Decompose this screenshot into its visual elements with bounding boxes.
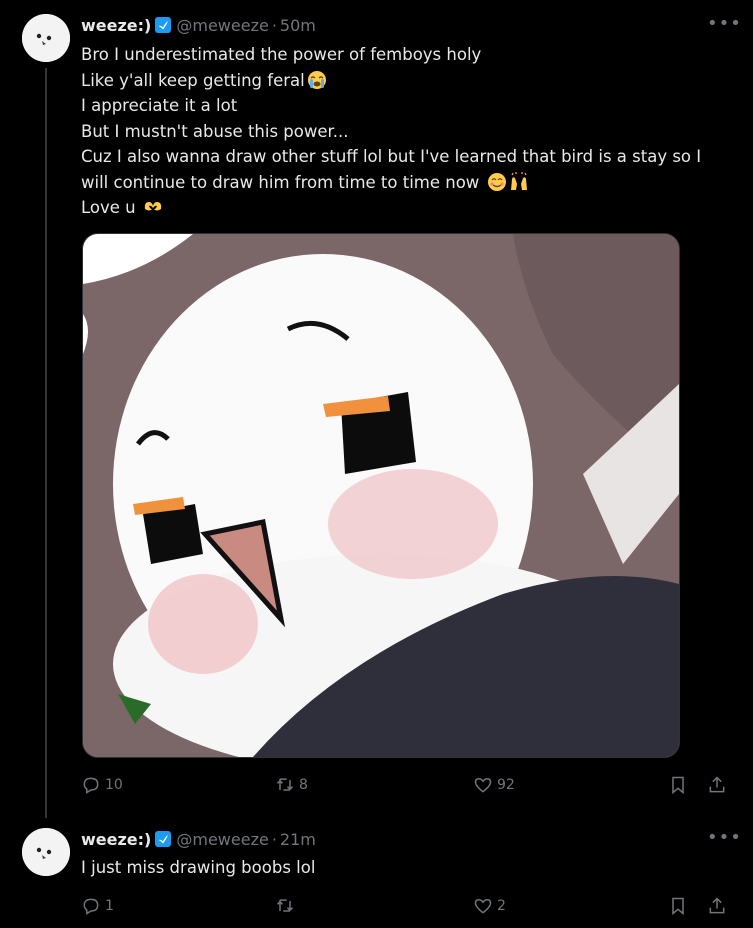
more-options-icon[interactable]: •••: [707, 15, 741, 36]
tweet-header: weeze:) @meweeze · 50m: [81, 14, 316, 36]
reply-count: 10: [105, 777, 123, 793]
tweet-line: I just miss drawing boobs lol: [81, 858, 316, 877]
share-button[interactable]: [707, 775, 727, 795]
display-name[interactable]: weeze:): [81, 16, 151, 35]
reply-button[interactable]: 10: [81, 775, 123, 795]
reply-icon: [83, 898, 99, 915]
handle[interactable]: @meweeze: [176, 830, 268, 849]
smiling-face-emoji-icon: [487, 172, 507, 192]
bookmark-button[interactable]: [668, 896, 688, 916]
tweet-line: Cuz I also wanna draw other stuff lol bu…: [81, 147, 702, 166]
tweet-image[interactable]: [82, 233, 680, 758]
loudly-crying-emoji-icon: [307, 70, 327, 90]
retweet-icon: [276, 778, 294, 791]
retweet-count: 8: [299, 777, 308, 793]
avatar-image: [22, 14, 70, 62]
tweet-line: But I mustn't abuse this power...: [81, 121, 349, 141]
avatar[interactable]: [22, 828, 70, 876]
avatar-image: [22, 828, 70, 876]
like-count: 2: [497, 898, 506, 914]
share-icon: [709, 776, 725, 793]
tweet-line: I appreciate it a lot: [81, 96, 238, 115]
handle[interactable]: @meweeze: [176, 16, 268, 35]
reply-button[interactable]: 1: [81, 896, 114, 916]
separator-dot: ·: [271, 829, 277, 849]
tweet-line: Love u: [81, 195, 731, 221]
like-button[interactable]: 92: [473, 775, 515, 795]
bookmark-icon: [672, 776, 684, 795]
bookmark-icon: [672, 897, 684, 916]
raising-hands-emoji-icon: [509, 171, 529, 192]
tweet-actions: 10 8 92: [81, 775, 736, 799]
timestamp[interactable]: 50m: [280, 16, 316, 35]
tweet-text: Bro I underestimated the power of femboy…: [81, 42, 731, 221]
retweet-button[interactable]: [275, 896, 299, 916]
verified-badge-icon: [154, 830, 172, 848]
reply-icon: [83, 777, 99, 794]
share-icon: [709, 897, 725, 914]
bookmark-button[interactable]: [668, 775, 688, 795]
avatar[interactable]: [22, 14, 70, 62]
heart-icon: [474, 777, 492, 793]
retweet-button[interactable]: 8: [275, 775, 308, 795]
like-count: 92: [497, 777, 515, 793]
timestamp[interactable]: 21m: [280, 830, 316, 849]
tweet-line: Bro I underestimated the power of femboy…: [81, 45, 482, 64]
share-button[interactable]: [707, 896, 727, 916]
like-button[interactable]: 2: [473, 896, 506, 916]
retweet-icon: [276, 899, 294, 912]
display-name[interactable]: weeze:): [81, 830, 151, 849]
reply-count: 1: [105, 898, 114, 914]
separator-dot: ·: [271, 15, 277, 35]
heart-icon: [474, 898, 492, 914]
heart-hands-emoji-icon: [143, 197, 163, 217]
verified-badge-icon: [154, 16, 172, 34]
tweet-line: will continue to draw him from time to t…: [81, 170, 731, 196]
more-options-icon[interactable]: •••: [707, 829, 741, 850]
tweet-header: weeze:) @meweeze · 21m: [81, 828, 316, 850]
tweet-text: I just miss drawing boobs lol: [81, 855, 731, 881]
thread-line: [45, 68, 47, 818]
tweet-actions: 1 2: [81, 896, 736, 920]
tweet-line: Like y'all keep getting feral: [81, 68, 731, 94]
illustration-white-bird: [83, 234, 679, 757]
